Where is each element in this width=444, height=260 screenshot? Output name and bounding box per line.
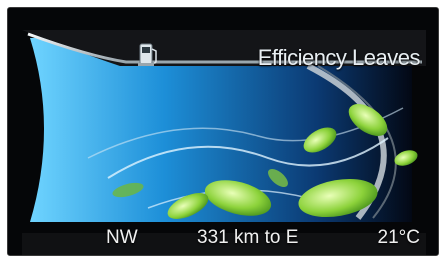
fuel-pump-icon xyxy=(138,43,157,66)
status-bar: NW 331 km to E 21°C xyxy=(8,221,438,253)
compass-heading: NW xyxy=(106,227,138,248)
outside-temperature: 21°C xyxy=(377,227,420,248)
instrument-cluster-display: Efficiency Leaves NW 331 km to E 21°C xyxy=(7,7,439,256)
screen-content: Efficiency Leaves NW 331 km to E 21°C xyxy=(8,8,438,255)
screen-title: Efficiency Leaves xyxy=(257,45,421,70)
distance-to-empty: 331 km to E xyxy=(197,227,299,248)
